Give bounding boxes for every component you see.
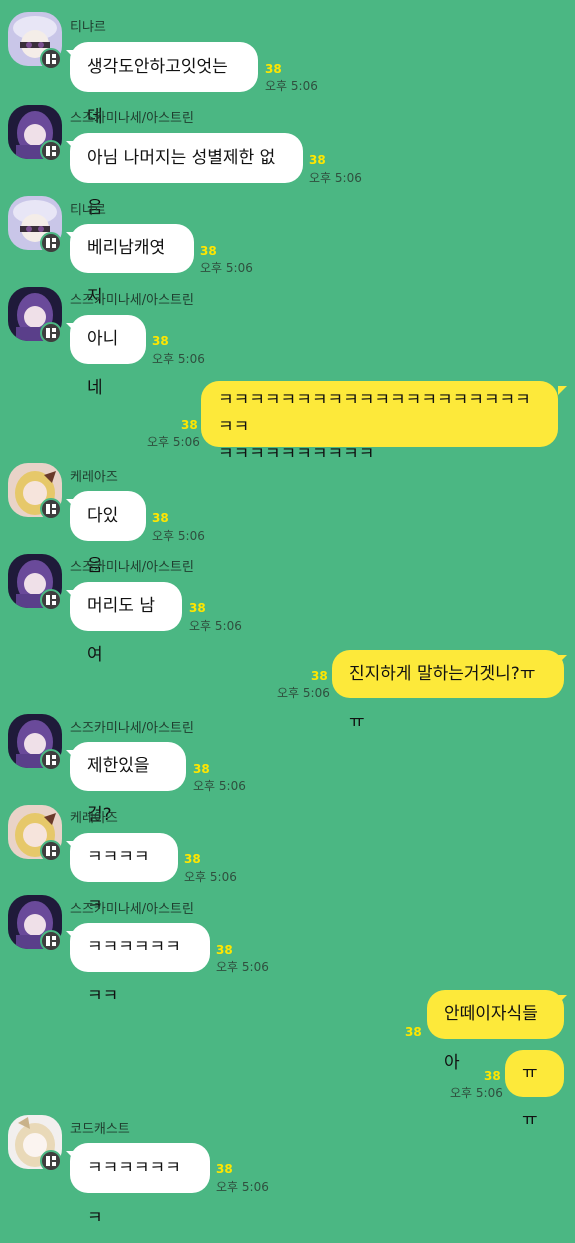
message-bubble[interactable]: 제한있을걸?	[70, 742, 186, 825]
bubble-tail	[66, 1151, 75, 1160]
message-bubble[interactable]: 안떼이자식들아	[427, 990, 564, 1073]
sender-name: 케레아즈	[70, 470, 118, 485]
message-bubble[interactable]: 진지하게 말하는거겟니?ㅠㅠ	[332, 650, 564, 732]
bubble-tail	[66, 499, 75, 508]
sender-name: 코드캐스트	[70, 1122, 130, 1137]
sender-name: 케레아즈	[70, 811, 118, 826]
group-badge-icon	[40, 749, 62, 771]
group-badge-icon	[40, 498, 62, 520]
message-bubble[interactable]: ㅋㅋㅋㅋㅋㅋㅋㅋㅋㅋㅋㅋㅋㅋㅋㅋㅋㅋㅋㅋㅋㅋ ㅋㅋㅋㅋㅋㅋㅋㅋㅋㅋ	[201, 381, 558, 464]
bubble-tail	[66, 50, 75, 59]
message-bubble[interactable]: 아니네	[70, 315, 146, 398]
timestamp: 오후 5:06	[216, 960, 269, 974]
group-badge-icon	[40, 840, 62, 862]
bubble-tail	[66, 323, 75, 332]
unread-count: 38	[405, 1025, 422, 1039]
group-badge-icon	[40, 322, 62, 344]
message-bubble[interactable]: ㅋㅋㅋㅋㅋㅋㅋㅋ	[70, 923, 210, 1006]
message-bubble[interactable]: 생각도안하고잇엇는데	[70, 42, 258, 127]
sender-name: 스즈카미나세/아스트린	[70, 902, 194, 917]
sender-name: 티냐르	[70, 20, 106, 35]
group-badge-icon	[40, 232, 62, 254]
group-badge-icon	[40, 930, 62, 952]
timestamp: 오후 5:06	[309, 171, 362, 185]
bubble-tail	[66, 141, 75, 150]
message-bubble[interactable]: 다있음	[70, 491, 146, 576]
unread-count: 38	[193, 762, 210, 776]
timestamp: 오후 5:06	[200, 261, 253, 275]
unread-count: 38	[152, 511, 169, 525]
unread-count: 38	[265, 62, 282, 76]
group-badge-icon	[40, 140, 62, 162]
timestamp: 오후 5:06	[265, 79, 318, 93]
timestamp: 오후 5:06	[184, 870, 237, 884]
group-badge-icon	[40, 1150, 62, 1172]
sender-name: 티냐르	[70, 203, 106, 218]
timestamp: 오후 5:06	[189, 619, 242, 633]
unread-count: 38	[200, 244, 217, 258]
timestamp: 오후 5:06	[193, 779, 246, 793]
sender-name: 스즈카미나세/아스트린	[70, 111, 194, 126]
bubble-tail	[558, 655, 567, 664]
message-bubble[interactable]: 베리남캐엿지	[70, 224, 194, 307]
unread-count: 38	[216, 1162, 233, 1176]
timestamp: 오후 5:06	[152, 352, 205, 366]
unread-count: 38	[484, 1069, 501, 1083]
message-bubble[interactable]: 아님 나머지는 성별제한 없음	[70, 133, 303, 218]
message-bubble[interactable]: ㅋㅋㅋㅋㅋ	[70, 833, 178, 916]
unread-count: 38	[152, 334, 169, 348]
timestamp: 오후 5:06	[152, 529, 205, 543]
bubble-tail	[66, 931, 75, 940]
unread-count: 38	[309, 153, 326, 167]
unread-count: 38	[311, 669, 328, 683]
bubble-tail	[66, 841, 75, 850]
bubble-tail	[558, 995, 567, 1004]
sender-name: 스즈카미나세/아스트린	[70, 560, 194, 575]
timestamp: 오후 5:06	[450, 1086, 503, 1100]
timestamp: 오후 5:06	[277, 686, 330, 700]
message-bubble[interactable]: ㅋㅋㅋㅋㅋㅋㅋ	[70, 1143, 210, 1228]
bubble-tail	[66, 590, 75, 599]
bubble-tail	[66, 750, 75, 759]
unread-count: 38	[181, 418, 198, 432]
unread-count: 38	[184, 852, 201, 866]
timestamp: 오후 5:06	[216, 1180, 269, 1194]
sender-name: 스즈카미나세/아스트린	[70, 721, 194, 736]
message-bubble[interactable]: ㅠㅠ	[505, 1050, 564, 1130]
chat-room: 티냐르 생각도안하고잇엇는데 38 오후 5:06 스즈카미나세/아스트린 아님…	[0, 0, 575, 1228]
group-badge-icon	[40, 589, 62, 611]
bubble-tail	[66, 232, 75, 241]
unread-count: 38	[216, 943, 233, 957]
unread-count: 38	[189, 601, 206, 615]
bubble-tail	[558, 386, 567, 395]
timestamp: 오후 5:06	[147, 435, 200, 449]
group-badge-icon	[40, 48, 62, 70]
sender-name: 스즈카미나세/아스트린	[70, 293, 194, 308]
message-bubble[interactable]: 머리도 남여	[70, 582, 182, 665]
